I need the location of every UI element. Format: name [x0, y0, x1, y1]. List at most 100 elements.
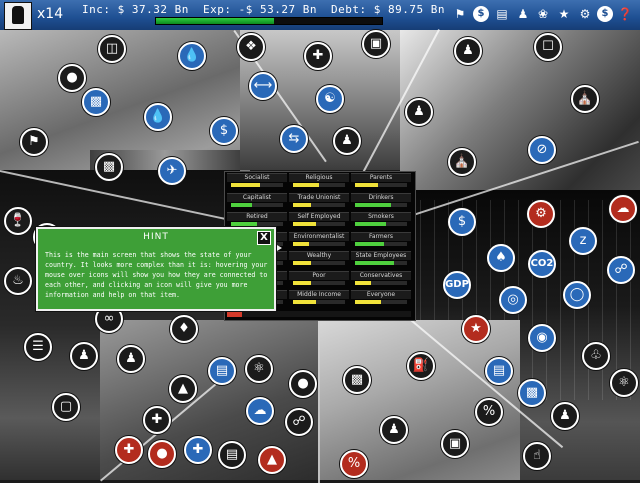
germ-icon[interactable]: ★ [462, 315, 490, 343]
school-icon[interactable]: ▤ [218, 441, 246, 469]
lightbulb-icon[interactable]: ◉ [528, 324, 556, 352]
voter-group-label: Everyone [351, 290, 411, 299]
voter-group-poor[interactable]: Poor [289, 270, 349, 289]
police-icon[interactable]: ♟ [333, 127, 361, 155]
border-control-icon[interactable]: ⟷ [249, 72, 277, 100]
policy-icon[interactable]: ⚑ [452, 6, 468, 22]
voter-group-environmentalist[interactable]: Environmentalist [289, 231, 349, 250]
sale-icon[interactable]: ▣ [441, 430, 469, 458]
money-icon[interactable]: $ [597, 6, 613, 22]
network-icon[interactable]: ☍ [285, 408, 313, 436]
voter-group-state-employees[interactable]: State Employees [351, 251, 411, 269]
voter-group-approval-fill [293, 241, 309, 246]
education-icon[interactable]: ▤ [208, 357, 236, 385]
virus-icon[interactable]: ● [148, 440, 176, 468]
voter-group-farmers[interactable]: Farmers [351, 231, 411, 250]
achievements-icon[interactable]: ★ [556, 6, 572, 22]
voter-group-wealthy[interactable]: Wealthy [289, 251, 349, 269]
elderly-icon[interactable]: ♟ [454, 37, 482, 65]
drugs-icon[interactable]: ♨ [4, 267, 32, 295]
science-icon[interactable]: ⚛ [245, 355, 273, 383]
cloud-computing-icon[interactable]: ☁ [609, 195, 637, 223]
car-pool-icon[interactable]: ▩ [343, 366, 371, 394]
charity-icon[interactable]: ♠ [487, 244, 515, 272]
arms-dealing-icon[interactable]: ❖ [237, 33, 265, 61]
worker-icon[interactable]: ♟ [380, 416, 408, 444]
voter-group-capitalist[interactable]: Capitalist [227, 192, 287, 211]
stock-icon[interactable]: ▩ [518, 379, 546, 407]
voter-group-approval-fill [355, 202, 392, 207]
bus-icon[interactable]: ▩ [95, 153, 123, 181]
coins-icon[interactable]: ◎ [499, 286, 527, 314]
airport-icon[interactable]: ✈ [158, 157, 186, 185]
voter-group-self-employed[interactable]: Self Employed [289, 212, 349, 230]
tax-percent-icon[interactable]: % [475, 398, 503, 426]
health-icon[interactable]: ✚ [143, 406, 171, 434]
courts-icon[interactable]: ♟ [70, 342, 98, 370]
housing-icon[interactable]: ☐ [534, 33, 562, 61]
voter-group-religious[interactable]: Religious [289, 173, 349, 191]
tax-icon[interactable]: $ [473, 6, 489, 22]
hint-icon[interactable]: ❓ [617, 6, 633, 22]
fuel-tax-icon[interactable]: $ [210, 117, 238, 145]
voters-icon[interactable]: ♟ [515, 6, 531, 22]
fuel-icon[interactable]: ⛽ [407, 352, 435, 380]
hint-close-button[interactable]: X [257, 231, 271, 245]
sleep-icon[interactable]: z [569, 227, 597, 255]
voter-group-everyone[interactable]: Everyone [351, 290, 411, 308]
taxi-icon[interactable]: ⚑ [20, 128, 48, 156]
investment-icon[interactable]: $ [448, 208, 476, 236]
alcohol-icon[interactable]: 🍷 [4, 207, 32, 235]
awards-icon[interactable]: ❀ [535, 6, 551, 22]
voter-group-drinkers[interactable]: Drinkers [351, 192, 411, 211]
discount-icon[interactable]: % [340, 450, 368, 478]
voter-group-approval-bar [231, 202, 283, 207]
voter-group-approval-fill [293, 300, 317, 304]
voter-group-label: Wealthy [289, 251, 349, 260]
co2-icon[interactable]: CO2 [528, 250, 556, 278]
poverty-icon[interactable]: ⛪ [448, 148, 476, 176]
democracy-logo-icon[interactable] [4, 2, 32, 30]
technology-icon[interactable]: ☍ [607, 256, 635, 284]
military-icon[interactable]: ▣ [362, 30, 390, 58]
voter-group-approval-fill [293, 222, 317, 226]
industry-icon[interactable]: ⚙ [527, 200, 555, 228]
cycling-icon[interactable]: ● [58, 64, 86, 92]
graduation-icon[interactable]: ▲ [169, 375, 197, 403]
religion-icon[interactable]: ☯ [316, 85, 344, 113]
weather-icon[interactable]: ☁ [246, 397, 274, 425]
childcare-icon[interactable]: ✚ [184, 436, 212, 464]
disabled-icon[interactable]: ⊘ [528, 136, 556, 164]
voter-group-trade-unionist[interactable]: Trade Unionist [289, 192, 349, 211]
homeless-icon[interactable]: ⛪ [571, 85, 599, 113]
gas-icon[interactable]: ♧ [582, 342, 610, 370]
safety-icon[interactable]: ▢ [52, 393, 80, 421]
fire-icon[interactable]: ▲ [258, 446, 286, 474]
trade-icon[interactable]: ⇆ [280, 125, 308, 153]
border-icon[interactable]: ♟ [117, 345, 145, 373]
voter-group-socialist[interactable]: Socialist [227, 173, 287, 191]
voter-group-parents[interactable]: Parents [351, 173, 411, 191]
bus-lane-icon[interactable]: ◫ [98, 35, 126, 63]
health-cross-icon[interactable]: ✚ [304, 42, 332, 70]
car-icon[interactable]: ▩ [82, 88, 110, 116]
water-icon[interactable]: 💧 [178, 42, 206, 70]
gdp-icon[interactable]: GDP [443, 271, 471, 299]
voter-group-smokers[interactable]: Smokers [351, 212, 411, 230]
nurse-icon[interactable]: ♟ [551, 402, 579, 430]
hospital-icon[interactable]: ✚ [115, 436, 143, 464]
finance-icon[interactable]: ▤ [494, 6, 510, 22]
prison-icon[interactable]: ☰ [24, 333, 52, 361]
settings-icon[interactable]: ⚙ [577, 6, 593, 22]
voter-group-middle-income[interactable]: Middle Income [289, 290, 349, 308]
pollution-icon[interactable]: 💧 [144, 103, 172, 131]
casino-icon[interactable]: ♦ [170, 315, 198, 343]
touch-icon[interactable]: ☝ [523, 442, 551, 470]
voter-group-conservatives[interactable]: Conservatives [351, 270, 411, 289]
unemployment-icon[interactable]: ♟ [405, 98, 433, 126]
doctor-icon[interactable]: ⚛ [610, 369, 638, 397]
pills-icon[interactable]: ◯ [563, 281, 591, 309]
internet-icon[interactable]: ▤ [485, 357, 513, 385]
voter-group-approval-fill [231, 222, 257, 226]
fish-icon[interactable]: ● [289, 370, 317, 398]
